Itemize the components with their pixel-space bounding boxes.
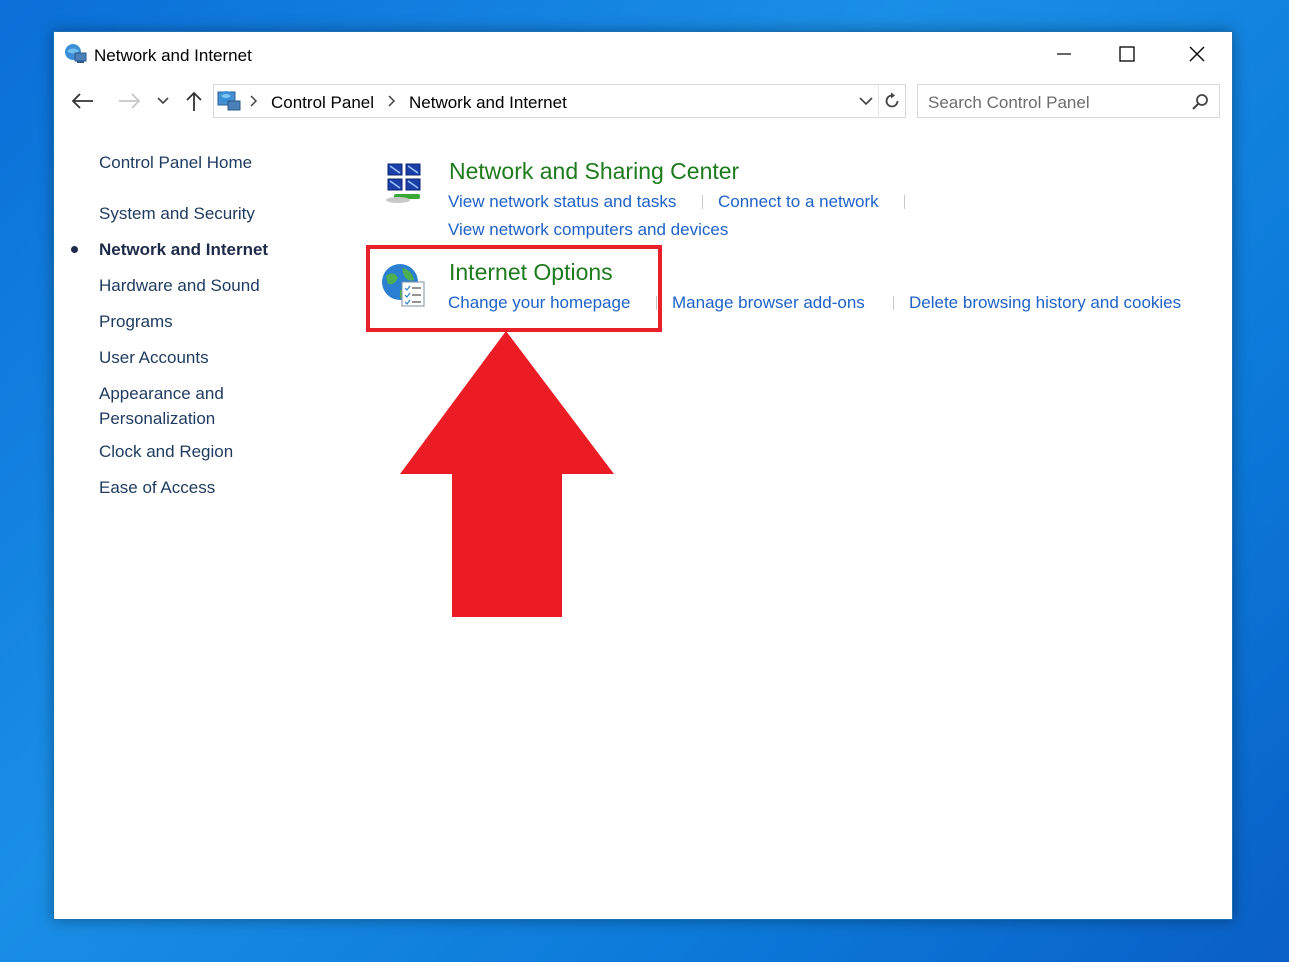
back-arrow-icon <box>72 93 93 109</box>
search-input[interactable]: Search Control Panel <box>917 84 1220 118</box>
chevron-down-icon <box>859 96 873 105</box>
minimize-icon <box>1057 53 1071 55</box>
chevron-right-icon <box>250 95 258 107</box>
task-connect-to-network[interactable]: Connect to a network <box>718 192 879 212</box>
task-view-network-computers[interactable]: View network computers and devices <box>448 220 728 240</box>
chevron-right-icon <box>388 95 396 107</box>
search-placeholder: Search Control Panel <box>928 93 1090 112</box>
sidebar-item-control-panel-home[interactable]: Control Panel Home <box>99 150 252 175</box>
address-dropdown-button[interactable] <box>855 84 877 118</box>
highlight-box <box>366 245 662 332</box>
refresh-button[interactable] <box>878 84 904 118</box>
breadcrumb-network-and-internet[interactable]: Network and Internet <box>409 93 567 113</box>
active-bullet <box>71 246 78 253</box>
category-title-network-and-sharing-center[interactable]: Network and Sharing Center <box>449 158 739 185</box>
recent-locations-button[interactable] <box>153 84 173 118</box>
sidebar-item-network-and-internet[interactable]: Network and Internet <box>99 237 268 262</box>
sidebar-item-system-and-security[interactable]: System and Security <box>99 201 255 226</box>
close-button[interactable] <box>1162 32 1232 76</box>
minimize-button[interactable] <box>1029 32 1099 76</box>
network-sharing-icon <box>386 163 421 203</box>
sidebar-item-ease-of-access[interactable]: Ease of Access <box>99 475 215 500</box>
navigation-bar: Control Panel Network and Internet Searc… <box>54 84 1232 120</box>
task-delete-browsing-history[interactable]: Delete browsing history and cookies <box>909 293 1181 313</box>
task-separator <box>904 195 905 209</box>
close-icon <box>1189 46 1205 62</box>
sidebar-item-appearance-and-personalization[interactable]: Appearance and Personalization <box>99 381 249 431</box>
refresh-icon <box>885 92 898 108</box>
forward-arrow-icon <box>119 93 140 109</box>
sidebar-item-hardware-and-sound[interactable]: Hardware and Sound <box>99 273 260 298</box>
address-bar[interactable]: Control Panel Network and Internet <box>213 84 906 118</box>
window-title: Network and Internet <box>94 46 252 65</box>
search-icon <box>1192 94 1208 110</box>
sidebar-item-user-accounts[interactable]: User Accounts <box>99 345 209 370</box>
up-button[interactable] <box>181 84 207 118</box>
task-view-network-status[interactable]: View network status and tasks <box>448 192 676 212</box>
back-button[interactable] <box>68 84 98 118</box>
up-arrow-icon <box>186 91 202 111</box>
sidebar-item-programs[interactable]: Programs <box>99 309 173 334</box>
task-separator <box>702 195 703 209</box>
task-separator <box>893 296 894 310</box>
control-panel-icon <box>217 91 241 111</box>
task-manage-browser-addons[interactable]: Manage browser add-ons <box>672 293 865 313</box>
maximize-button[interactable] <box>1092 32 1162 76</box>
breadcrumb-control-panel[interactable]: Control Panel <box>271 93 374 113</box>
network-globe-icon <box>65 44 87 63</box>
maximize-icon <box>1119 46 1135 62</box>
chevron-down-icon <box>157 97 169 105</box>
forward-button[interactable] <box>114 84 144 118</box>
title-bar[interactable]: Network and Internet <box>54 32 1232 78</box>
control-panel-window: Network and Internet Control Panel Netwo… <box>53 31 1233 920</box>
sidebar-item-clock-and-region[interactable]: Clock and Region <box>99 439 233 464</box>
red-up-arrow-icon <box>400 331 614 617</box>
